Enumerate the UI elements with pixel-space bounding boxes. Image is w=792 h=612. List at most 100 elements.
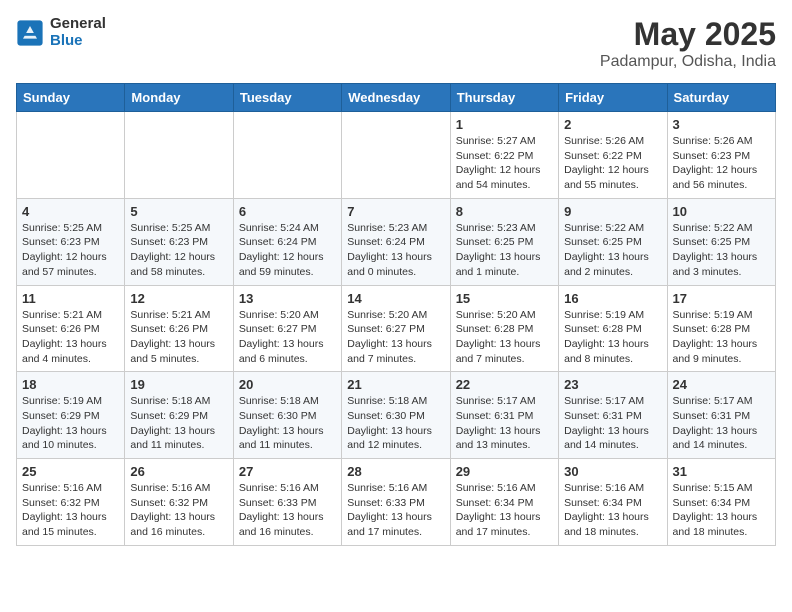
day-info: Sunrise: 5:26 AM Sunset: 6:22 PM Dayligh… bbox=[564, 134, 661, 193]
day-number: 15 bbox=[456, 291, 553, 306]
day-info: Sunrise: 5:19 AM Sunset: 6:28 PM Dayligh… bbox=[673, 308, 770, 367]
calendar-cell: 19 Sunrise: 5:18 AM Sunset: 6:29 PM Dayl… bbox=[125, 372, 233, 459]
logo-text: General Blue bbox=[50, 16, 106, 49]
calendar-cell bbox=[125, 112, 233, 199]
calendar-cell: 5 Sunrise: 5:25 AM Sunset: 6:23 PM Dayli… bbox=[125, 198, 233, 285]
logo-blue-text: Blue bbox=[50, 33, 106, 50]
day-info: Sunrise: 5:22 AM Sunset: 6:25 PM Dayligh… bbox=[673, 221, 770, 280]
calendar-cell: 24 Sunrise: 5:17 AM Sunset: 6:31 PM Dayl… bbox=[667, 372, 775, 459]
day-info: Sunrise: 5:15 AM Sunset: 6:34 PM Dayligh… bbox=[673, 481, 770, 540]
weekday-header-monday: Monday bbox=[125, 84, 233, 112]
weekday-header-friday: Friday bbox=[559, 84, 667, 112]
day-info: Sunrise: 5:16 AM Sunset: 6:32 PM Dayligh… bbox=[130, 481, 227, 540]
day-info: Sunrise: 5:22 AM Sunset: 6:25 PM Dayligh… bbox=[564, 221, 661, 280]
weekday-header-thursday: Thursday bbox=[450, 84, 558, 112]
logo: General Blue bbox=[16, 16, 106, 49]
day-info: Sunrise: 5:26 AM Sunset: 6:23 PM Dayligh… bbox=[673, 134, 770, 193]
calendar-cell: 1 Sunrise: 5:27 AM Sunset: 6:22 PM Dayli… bbox=[450, 112, 558, 199]
calendar-cell: 18 Sunrise: 5:19 AM Sunset: 6:29 PM Dayl… bbox=[17, 372, 125, 459]
calendar-cell bbox=[17, 112, 125, 199]
day-info: Sunrise: 5:25 AM Sunset: 6:23 PM Dayligh… bbox=[130, 221, 227, 280]
day-number: 13 bbox=[239, 291, 336, 306]
calendar-cell: 22 Sunrise: 5:17 AM Sunset: 6:31 PM Dayl… bbox=[450, 372, 558, 459]
day-number: 10 bbox=[673, 204, 770, 219]
day-info: Sunrise: 5:19 AM Sunset: 6:28 PM Dayligh… bbox=[564, 308, 661, 367]
week-row-5: 25 Sunrise: 5:16 AM Sunset: 6:32 PM Dayl… bbox=[17, 459, 776, 546]
day-info: Sunrise: 5:17 AM Sunset: 6:31 PM Dayligh… bbox=[564, 394, 661, 453]
day-number: 6 bbox=[239, 204, 336, 219]
month-title: May 2025 bbox=[600, 16, 776, 53]
calendar-cell: 7 Sunrise: 5:23 AM Sunset: 6:24 PM Dayli… bbox=[342, 198, 450, 285]
week-row-1: 1 Sunrise: 5:27 AM Sunset: 6:22 PM Dayli… bbox=[17, 112, 776, 199]
day-number: 22 bbox=[456, 377, 553, 392]
calendar-cell: 11 Sunrise: 5:21 AM Sunset: 6:26 PM Dayl… bbox=[17, 285, 125, 372]
day-info: Sunrise: 5:25 AM Sunset: 6:23 PM Dayligh… bbox=[22, 221, 119, 280]
day-info: Sunrise: 5:21 AM Sunset: 6:26 PM Dayligh… bbox=[130, 308, 227, 367]
day-info: Sunrise: 5:24 AM Sunset: 6:24 PM Dayligh… bbox=[239, 221, 336, 280]
day-number: 29 bbox=[456, 464, 553, 479]
day-info: Sunrise: 5:19 AM Sunset: 6:29 PM Dayligh… bbox=[22, 394, 119, 453]
day-number: 14 bbox=[347, 291, 444, 306]
day-number: 28 bbox=[347, 464, 444, 479]
calendar-cell: 26 Sunrise: 5:16 AM Sunset: 6:32 PM Dayl… bbox=[125, 459, 233, 546]
day-number: 12 bbox=[130, 291, 227, 306]
weekday-header-sunday: Sunday bbox=[17, 84, 125, 112]
day-info: Sunrise: 5:23 AM Sunset: 6:24 PM Dayligh… bbox=[347, 221, 444, 280]
day-info: Sunrise: 5:18 AM Sunset: 6:29 PM Dayligh… bbox=[130, 394, 227, 453]
day-number: 17 bbox=[673, 291, 770, 306]
calendar-cell: 29 Sunrise: 5:16 AM Sunset: 6:34 PM Dayl… bbox=[450, 459, 558, 546]
day-number: 2 bbox=[564, 117, 661, 132]
day-info: Sunrise: 5:18 AM Sunset: 6:30 PM Dayligh… bbox=[239, 394, 336, 453]
calendar-cell: 13 Sunrise: 5:20 AM Sunset: 6:27 PM Dayl… bbox=[233, 285, 341, 372]
calendar-cell: 15 Sunrise: 5:20 AM Sunset: 6:28 PM Dayl… bbox=[450, 285, 558, 372]
day-number: 11 bbox=[22, 291, 119, 306]
calendar-cell: 31 Sunrise: 5:15 AM Sunset: 6:34 PM Dayl… bbox=[667, 459, 775, 546]
day-number: 19 bbox=[130, 377, 227, 392]
calendar-cell: 30 Sunrise: 5:16 AM Sunset: 6:34 PM Dayl… bbox=[559, 459, 667, 546]
day-info: Sunrise: 5:20 AM Sunset: 6:28 PM Dayligh… bbox=[456, 308, 553, 367]
day-info: Sunrise: 5:23 AM Sunset: 6:25 PM Dayligh… bbox=[456, 221, 553, 280]
calendar-cell: 8 Sunrise: 5:23 AM Sunset: 6:25 PM Dayli… bbox=[450, 198, 558, 285]
week-row-4: 18 Sunrise: 5:19 AM Sunset: 6:29 PM Dayl… bbox=[17, 372, 776, 459]
day-number: 24 bbox=[673, 377, 770, 392]
day-number: 20 bbox=[239, 377, 336, 392]
calendar-cell bbox=[342, 112, 450, 199]
day-info: Sunrise: 5:20 AM Sunset: 6:27 PM Dayligh… bbox=[239, 308, 336, 367]
day-info: Sunrise: 5:20 AM Sunset: 6:27 PM Dayligh… bbox=[347, 308, 444, 367]
day-number: 27 bbox=[239, 464, 336, 479]
title-area: May 2025 Padampur, Odisha, India bbox=[600, 16, 776, 71]
day-info: Sunrise: 5:17 AM Sunset: 6:31 PM Dayligh… bbox=[456, 394, 553, 453]
day-info: Sunrise: 5:17 AM Sunset: 6:31 PM Dayligh… bbox=[673, 394, 770, 453]
day-number: 23 bbox=[564, 377, 661, 392]
calendar-table: SundayMondayTuesdayWednesdayThursdayFrid… bbox=[16, 83, 776, 546]
calendar-cell: 14 Sunrise: 5:20 AM Sunset: 6:27 PM Dayl… bbox=[342, 285, 450, 372]
day-number: 3 bbox=[673, 117, 770, 132]
calendar-cell: 6 Sunrise: 5:24 AM Sunset: 6:24 PM Dayli… bbox=[233, 198, 341, 285]
day-number: 21 bbox=[347, 377, 444, 392]
calendar-cell: 4 Sunrise: 5:25 AM Sunset: 6:23 PM Dayli… bbox=[17, 198, 125, 285]
day-number: 7 bbox=[347, 204, 444, 219]
day-number: 31 bbox=[673, 464, 770, 479]
calendar-cell: 17 Sunrise: 5:19 AM Sunset: 6:28 PM Dayl… bbox=[667, 285, 775, 372]
day-info: Sunrise: 5:27 AM Sunset: 6:22 PM Dayligh… bbox=[456, 134, 553, 193]
day-number: 1 bbox=[456, 117, 553, 132]
week-row-3: 11 Sunrise: 5:21 AM Sunset: 6:26 PM Dayl… bbox=[17, 285, 776, 372]
day-number: 9 bbox=[564, 204, 661, 219]
day-info: Sunrise: 5:16 AM Sunset: 6:33 PM Dayligh… bbox=[239, 481, 336, 540]
weekday-header-row: SundayMondayTuesdayWednesdayThursdayFrid… bbox=[17, 84, 776, 112]
calendar-cell: 27 Sunrise: 5:16 AM Sunset: 6:33 PM Dayl… bbox=[233, 459, 341, 546]
calendar-cell: 21 Sunrise: 5:18 AM Sunset: 6:30 PM Dayl… bbox=[342, 372, 450, 459]
day-info: Sunrise: 5:16 AM Sunset: 6:32 PM Dayligh… bbox=[22, 481, 119, 540]
day-info: Sunrise: 5:21 AM Sunset: 6:26 PM Dayligh… bbox=[22, 308, 119, 367]
weekday-header-wednesday: Wednesday bbox=[342, 84, 450, 112]
calendar-cell: 12 Sunrise: 5:21 AM Sunset: 6:26 PM Dayl… bbox=[125, 285, 233, 372]
header: General Blue May 2025 Padampur, Odisha, … bbox=[16, 16, 776, 71]
calendar-cell: 20 Sunrise: 5:18 AM Sunset: 6:30 PM Dayl… bbox=[233, 372, 341, 459]
day-number: 4 bbox=[22, 204, 119, 219]
logo-general-text: General bbox=[50, 16, 106, 33]
day-number: 30 bbox=[564, 464, 661, 479]
day-info: Sunrise: 5:16 AM Sunset: 6:34 PM Dayligh… bbox=[456, 481, 553, 540]
calendar-cell: 3 Sunrise: 5:26 AM Sunset: 6:23 PM Dayli… bbox=[667, 112, 775, 199]
weekday-header-saturday: Saturday bbox=[667, 84, 775, 112]
day-number: 18 bbox=[22, 377, 119, 392]
